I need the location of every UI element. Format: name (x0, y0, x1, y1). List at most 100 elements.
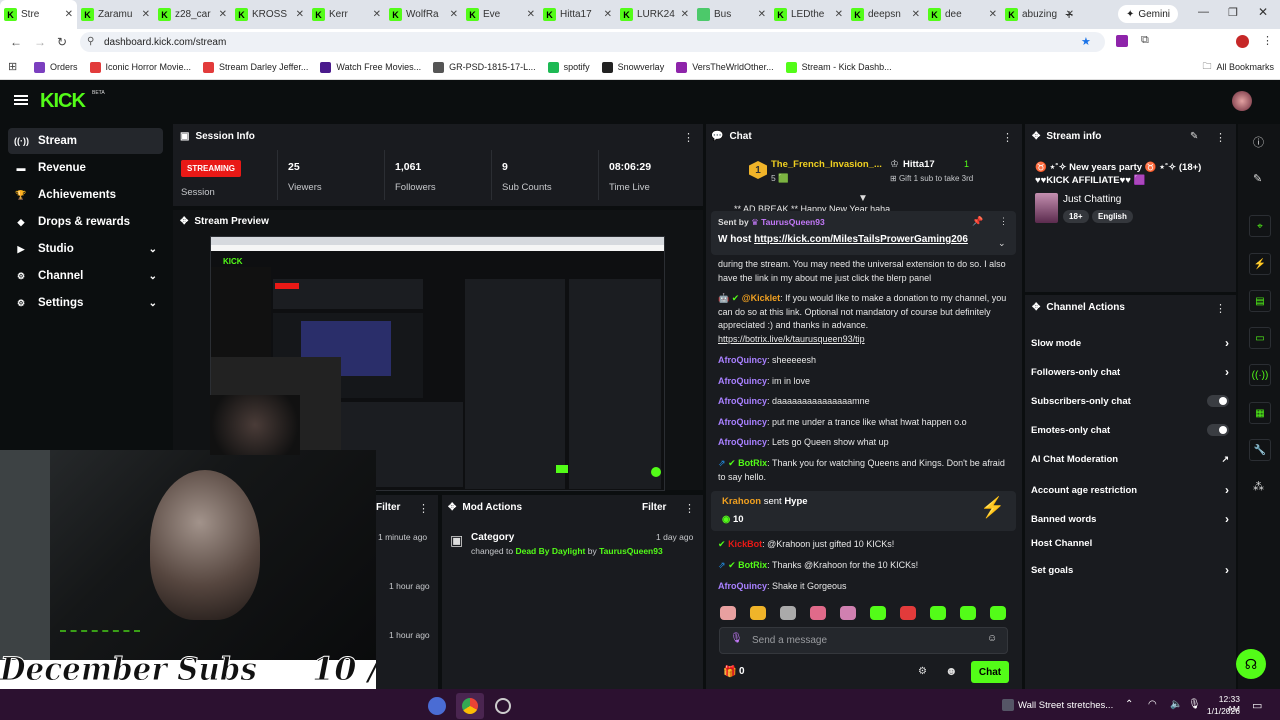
settings-icon[interactable]: ⚙ (918, 666, 927, 677)
emoji-icon[interactable]: ☺ (987, 633, 997, 644)
more-tools-icon[interactable]: ⁂ (1253, 480, 1264, 493)
channel-action-item[interactable]: Emotes-only chat (1031, 424, 1229, 436)
tab-close-icon[interactable]: ✕ (681, 9, 689, 20)
user-avatar[interactable] (1232, 91, 1252, 111)
tab-close-icon[interactable]: ✕ (65, 9, 73, 20)
browser-tab[interactable]: Kz28_car ✕ (154, 0, 231, 29)
apps-grid-icon[interactable]: ⊞ (8, 60, 17, 73)
extensions-puzzle-icon[interactable]: ⧉ (1141, 34, 1149, 47)
channel-action-item[interactable]: Set goals › (1031, 563, 1229, 577)
sidebar-item-achievements[interactable]: 🏆 Achievements (8, 182, 163, 208)
site-info-icon[interactable]: ⚲ (87, 36, 94, 47)
stream-info-menu-icon[interactable]: ⋮ (1215, 131, 1226, 144)
toggle-switch[interactable] (1207, 424, 1229, 436)
minimize-button[interactable]: — (1198, 6, 1209, 18)
bookmark-item[interactable]: VersTheWrldOther... (670, 61, 779, 73)
gift-cta[interactable]: ⊞ Gift 1 sub to take 3rd (890, 174, 973, 183)
layers-icon[interactable]: ▦ (1249, 402, 1271, 424)
emote-icon[interactable] (900, 606, 916, 620)
activity-filter-button[interactable]: Filter (376, 502, 400, 513)
bookmark-item[interactable]: spotify (542, 61, 596, 73)
maximize-button[interactable]: ❐ (1228, 6, 1238, 19)
tray-chevron-icon[interactable]: ⌃ (1125, 699, 1133, 710)
stream-category[interactable]: Just Chatting (1063, 194, 1121, 205)
back-icon[interactable]: ← (10, 35, 22, 49)
forward-icon[interactable]: → (34, 35, 46, 49)
emote-icon[interactable] (720, 606, 736, 620)
tab-close-icon[interactable]: ✕ (912, 9, 920, 20)
all-bookmarks[interactable]: 🗀 All Bookmarks (1196, 59, 1280, 75)
edit-icon[interactable]: ✎ (1190, 131, 1198, 142)
emote-icon[interactable] (810, 606, 826, 620)
mic-tray-icon[interactable]: 🎙 (1188, 699, 1201, 710)
url-text[interactable]: dashboard.kick.com/stream (104, 37, 226, 48)
chat-menu-icon[interactable]: ⋮ (1002, 131, 1013, 144)
browser-tab[interactable]: K Zaramu ✕ (77, 0, 154, 29)
gift-box-icon[interactable]: 🎁 (723, 665, 737, 678)
browser-tab[interactable]: Kdeepsn ✕ (847, 0, 924, 29)
info-icon[interactable]: ⓘ (1253, 134, 1264, 150)
send-chat-button[interactable]: Chat (971, 661, 1009, 683)
extension-icon[interactable] (1116, 35, 1128, 47)
sidebar-item-drops-rewards[interactable]: ◆ Drops & rewards (8, 209, 163, 235)
browser-tab[interactable]: K LURK24 ✕ (616, 0, 693, 29)
chrome-taskbar-icon[interactable] (462, 698, 478, 714)
activity-menu-icon[interactable]: ⋮ (418, 502, 429, 515)
pencil-icon[interactable]: ✎ (1253, 172, 1262, 185)
bookmark-item[interactable]: Watch Free Movies... (314, 61, 427, 73)
support-headset-icon[interactable]: ☊ (1236, 649, 1266, 679)
broadcast-icon[interactable]: ((·)) (1249, 364, 1271, 386)
emote-icon[interactable] (960, 606, 976, 620)
emote-icon[interactable] (780, 606, 796, 620)
tab-close-icon[interactable]: ✕ (835, 9, 843, 20)
bookmark-item[interactable]: Stream - Kick Dashb... (780, 61, 898, 73)
sidebar-item-settings[interactable]: ⚙ Settings ⌄ (8, 290, 163, 316)
channel-action-item[interactable]: Subscribers-only chat (1031, 395, 1229, 407)
emote-icon[interactable] (870, 606, 886, 620)
tab-close-icon[interactable]: ✕ (296, 9, 304, 20)
browser-tab[interactable]: Bus ✕ (693, 0, 770, 29)
browser-tab[interactable]: K Hitta17 ✕ (539, 0, 616, 29)
kick-logo[interactable]: KICK (40, 90, 86, 113)
channel-actions-menu-icon[interactable]: ⋮ (1215, 302, 1226, 315)
taskbar-news[interactable]: Wall Street stretches... (1018, 700, 1113, 711)
channel-action-item[interactable]: Host Channel (1031, 538, 1229, 549)
browser-tab[interactable]: K LEDthe ✕ (770, 0, 847, 29)
bookmark-item[interactable]: GR-PSD-1815-17-L... (427, 61, 542, 73)
toggle-switch[interactable] (1207, 395, 1229, 407)
bookmark-item[interactable]: Orders (28, 61, 84, 73)
sidebar-item-studio[interactable]: ▶ Studio ⌄ (8, 236, 163, 262)
chat-input-placeholder[interactable]: Send a message (752, 635, 827, 646)
tab-close-icon[interactable]: ✕ (450, 9, 458, 20)
browser-tab[interactable]: Kdee ✕ (924, 0, 1001, 29)
obs-taskbar-icon[interactable] (495, 698, 511, 714)
bolt-icon[interactable]: ⚡ (1249, 253, 1271, 275)
gift-leader-name[interactable]: The_French_Invasion_... (771, 159, 882, 170)
browser-menu-icon[interactable]: ⋮ (1262, 34, 1273, 47)
tab-close-icon[interactable]: ✕ (219, 9, 227, 20)
gemini-button[interactable]: ✦ Gemini (1118, 5, 1178, 23)
channel-action-item[interactable]: Account age restriction › (1031, 483, 1229, 497)
collapse-icon[interactable]: ▼ (858, 193, 868, 204)
profile-avatar[interactable] (1236, 35, 1249, 48)
channel-action-item[interactable]: Slow mode › (1031, 336, 1229, 350)
sidebar-item-revenue[interactable]: ▬ Revenue (8, 155, 163, 181)
browser-tab[interactable]: K WolfRa ✕ (385, 0, 462, 29)
tab-close-icon[interactable]: ✕ (373, 9, 381, 20)
tab-close-icon[interactable]: ✕ (604, 9, 612, 20)
close-window-button[interactable]: ✕ (1258, 5, 1268, 19)
expand-icon[interactable]: ⌄ (998, 238, 1006, 249)
clip-icon[interactable]: ⌖ (1249, 215, 1271, 237)
sidebar-item-stream[interactable]: ((·)) Stream (8, 128, 163, 154)
hamburger-menu-icon[interactable] (14, 95, 28, 105)
tab-close-icon[interactable]: ✕ (142, 9, 150, 20)
tab-close-icon[interactable]: ✕ (527, 9, 535, 20)
browser-tab[interactable]: K Kerr ✕ (308, 0, 385, 29)
reload-icon[interactable]: ↻ (57, 35, 67, 49)
bookmark-star-icon[interactable]: ★ (1081, 35, 1091, 48)
mod-menu-icon[interactable]: ⋮ (684, 502, 695, 515)
emote-icon[interactable] (930, 606, 946, 620)
browser-tab[interactable]: K Eve ✕ (462, 0, 539, 29)
new-tab-button[interactable]: + (1065, 6, 1073, 22)
channel-action-item[interactable]: Banned words › (1031, 512, 1229, 526)
